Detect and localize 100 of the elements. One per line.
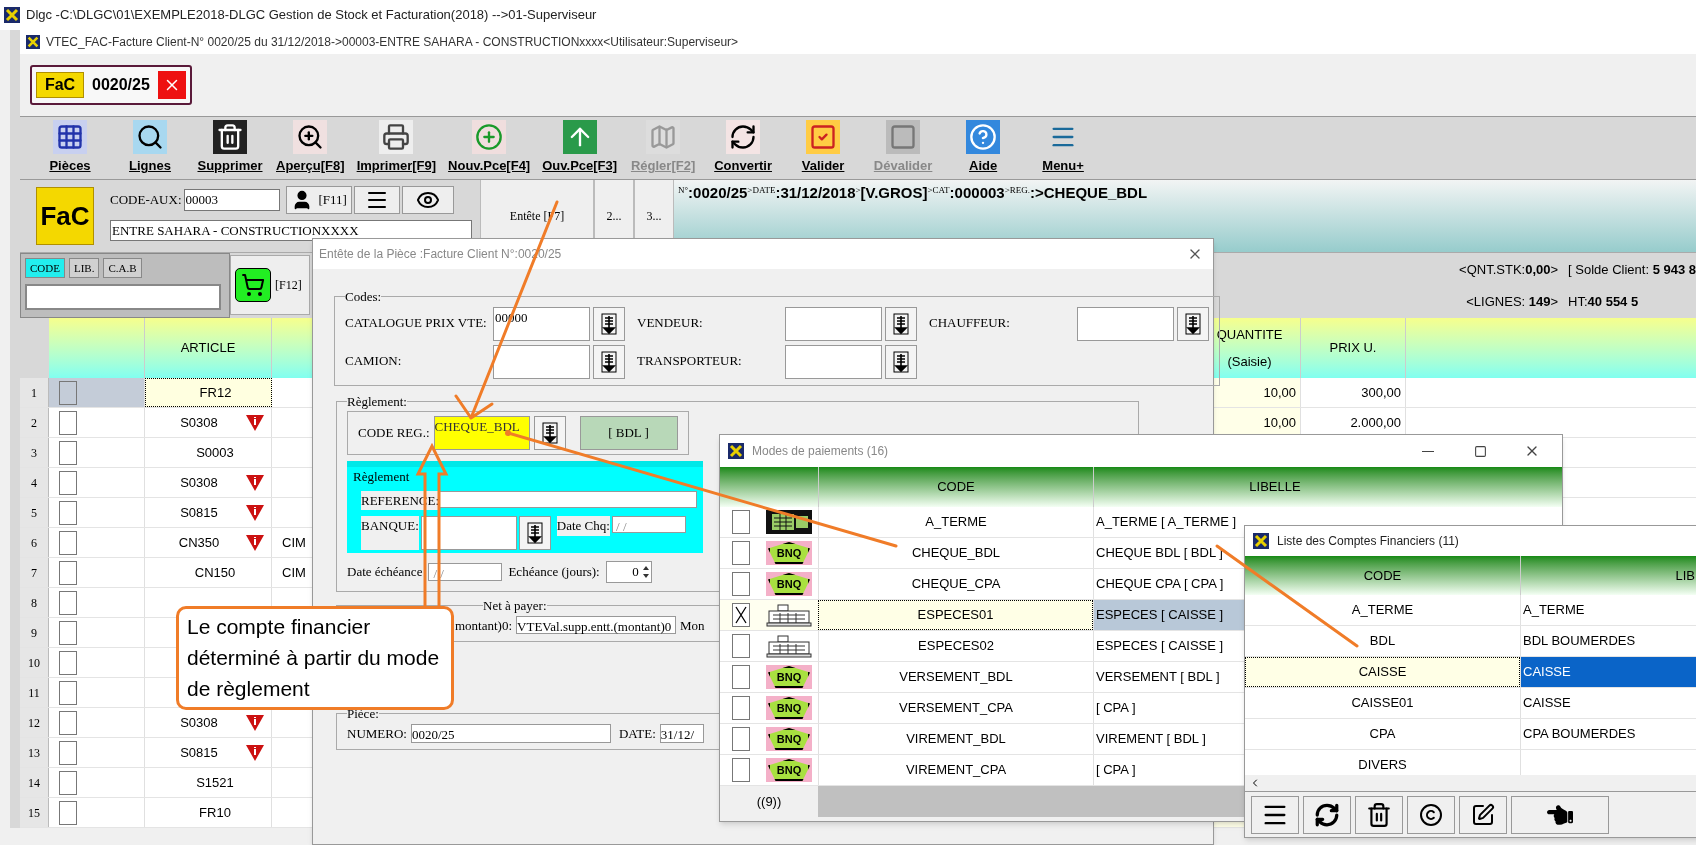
checkbox[interactable]	[732, 727, 750, 751]
checkbox[interactable]	[732, 572, 750, 596]
lookup-button[interactable]	[533, 416, 566, 450]
lookup-button[interactable]	[593, 306, 625, 341]
view-button[interactable]	[401, 186, 454, 214]
checkbox[interactable]	[732, 758, 750, 782]
checkbox[interactable]	[59, 380, 77, 405]
checkbox[interactable]	[732, 665, 750, 689]
input-field[interactable]	[785, 306, 882, 341]
checkbox[interactable]	[59, 530, 77, 555]
table-cell-text: CN150	[193, 563, 237, 582]
checkbox[interactable]	[59, 620, 77, 645]
checkbox[interactable]	[59, 560, 77, 585]
cart-button[interactable]: [F12]	[230, 255, 310, 315]
input-field[interactable]: / /	[428, 563, 503, 581]
group-title: Règlement:	[347, 393, 407, 409]
checkbox[interactable]	[59, 710, 77, 735]
field-label: montant)0:	[455, 616, 513, 635]
checkbox[interactable]	[59, 740, 77, 765]
lookup-button[interactable]	[518, 516, 551, 550]
toolbar-button[interactable]: Aperçu[F8]	[270, 118, 351, 178]
checkbox[interactable]	[59, 650, 77, 675]
search-mode-toggle[interactable]: CODE	[25, 258, 65, 278]
logo: FaC	[36, 187, 94, 245]
toolbar-button[interactable]: Supprimer	[190, 118, 270, 178]
checkbox[interactable]	[732, 603, 750, 627]
input-field[interactable]: / /	[611, 516, 686, 533]
client-name-field[interactable]: ENTRE SAHARA - CONSTRUCTIONXXXX	[110, 220, 472, 241]
table-cell: CAISSE	[1520, 657, 1696, 687]
checkbox[interactable]	[59, 680, 77, 705]
table-cell-text: S0003	[195, 443, 235, 462]
checkbox[interactable]	[59, 770, 77, 795]
field-label: CHAUFFEUR:	[929, 313, 1011, 332]
table-row[interactable]: CPA CPA BOUMERDES	[1245, 719, 1696, 750]
select-button[interactable]	[1511, 795, 1609, 834]
field-label: BANQUE:	[361, 516, 419, 550]
checkbox[interactable]	[59, 500, 77, 525]
search-mode-toggle[interactable]: C.A.B	[103, 258, 142, 278]
input-field[interactable]	[420, 516, 517, 550]
table-row[interactable]: CAISSE01 CAISSE	[1245, 688, 1696, 719]
checkbox[interactable]	[59, 800, 77, 825]
document-tab[interactable]: FaC 0020/25	[30, 65, 192, 105]
checkbox[interactable]	[732, 541, 750, 565]
client-button[interactable]: [F11]	[285, 186, 352, 214]
toolbar-button[interactable]: Aide	[943, 118, 1024, 178]
toolbar-button[interactable]: Valider	[783, 118, 864, 178]
toolbar-button[interactable]: Pièces	[30, 118, 110, 178]
input-field[interactable]	[493, 344, 590, 379]
input-field[interactable]: 31/12/	[659, 723, 704, 743]
copy-button[interactable]	[1407, 795, 1455, 834]
delete-button[interactable]	[1355, 795, 1403, 834]
toolbar-button[interactable]: Lignes	[110, 118, 190, 178]
table-cell: A_TERME	[818, 507, 1093, 537]
checkbox[interactable]	[732, 634, 750, 658]
table-cell-text: CIM	[282, 533, 306, 552]
checkbox[interactable]	[732, 696, 750, 720]
checkbox[interactable]	[59, 440, 77, 465]
info-label: N°	[678, 184, 689, 195]
row-number: 5	[20, 498, 49, 527]
row-number: 15	[20, 798, 49, 827]
lookup-button[interactable]	[885, 306, 917, 341]
checkbox[interactable]	[59, 410, 77, 435]
toolbar-button[interactable]: Convertir	[703, 118, 784, 178]
input-field[interactable]: 0020/25	[410, 723, 611, 743]
spin-field[interactable]: 0	[605, 561, 652, 583]
toolbar-button[interactable]: Menu+	[1023, 118, 1104, 178]
search-field[interactable]	[25, 284, 221, 310]
trash-icon	[1366, 801, 1392, 828]
status-text: HT:40 554 5	[1568, 292, 1640, 311]
input-field[interactable]	[1077, 306, 1174, 341]
table-row[interactable]: BDL BDL BOUMERDES	[1245, 626, 1696, 657]
table-row[interactable]: A_TERME A_TERME	[1245, 595, 1696, 626]
input-field[interactable]	[439, 490, 697, 508]
checkbox[interactable]	[732, 510, 750, 534]
lookup-button[interactable]	[1177, 306, 1209, 341]
toolbar-button[interactable]: Ouv.Pce[F3]	[536, 118, 624, 178]
input-field[interactable]: CHEQUE_BDL	[433, 416, 530, 450]
group-title: Codes:	[345, 289, 382, 304]
input-field[interactable]	[785, 344, 882, 379]
checkbox[interactable]	[59, 470, 77, 495]
info-value: :>CHEQUE_BDL	[1030, 183, 1148, 203]
search-mode-toggle[interactable]: LIB.	[68, 258, 100, 278]
lookup-button[interactable]	[885, 344, 917, 379]
toolbar-button[interactable]: Imprimer[F9]	[350, 118, 443, 178]
window-title: VTEC_FAC-Facture Client-N° 0020/25 du 31/12/2018->00003-ENTRE SAHARA - CONSTRUCTIONxxxx<Utilisateur:Superviseur>	[46, 34, 739, 51]
row-number: 8	[20, 588, 49, 617]
checkbox[interactable]	[59, 590, 77, 615]
input-field[interactable]: VTEVal.supp.entt.(montant)0	[516, 616, 677, 635]
menu-button[interactable]	[1251, 795, 1299, 834]
input-field[interactable]: 00003	[183, 189, 280, 211]
edit-button[interactable]	[1459, 795, 1507, 834]
window-icon	[1253, 533, 1269, 549]
close-button[interactable]	[157, 71, 186, 99]
window-title: Modes de paiements (16)	[752, 443, 890, 460]
toolbar-button[interactable]: Nouv.Pce[F4]	[442, 118, 537, 178]
lookup-button[interactable]	[593, 344, 625, 379]
table-cell-text: BDL	[1368, 632, 1397, 651]
table-row[interactable]: CAISSE CAISSE	[1245, 657, 1696, 688]
refresh-button[interactable]	[1303, 795, 1351, 834]
menu-button[interactable]	[353, 186, 400, 214]
